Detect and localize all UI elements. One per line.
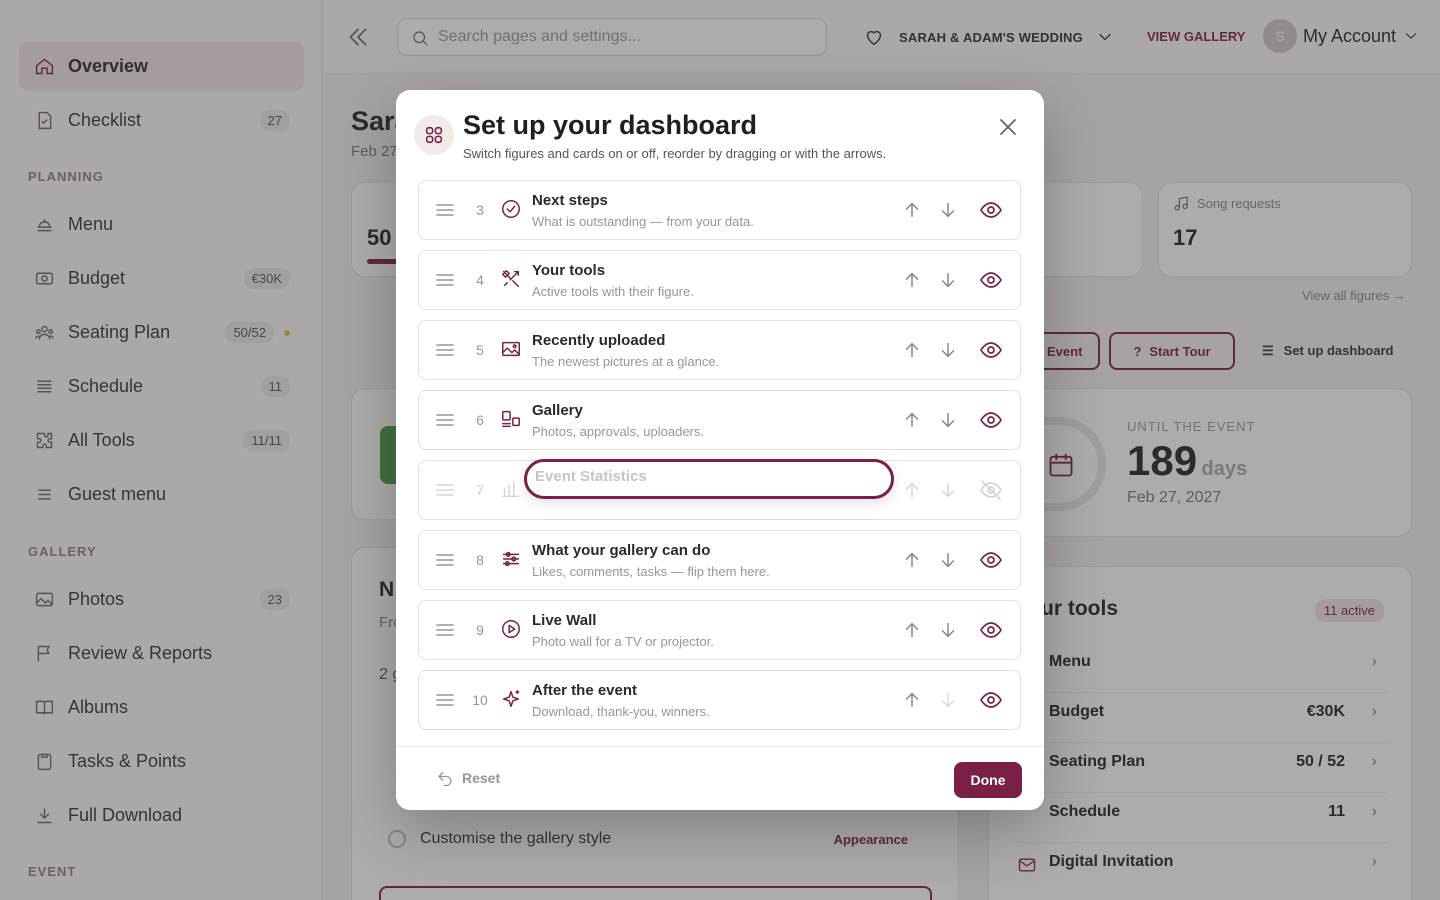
move-down-icon[interactable]	[937, 339, 959, 361]
row-description: Likes, comments, tasks — flip them here.	[532, 564, 770, 579]
drag-handle-icon[interactable]	[435, 482, 455, 498]
row-description: Download, thank-you, winners.	[532, 704, 710, 719]
eye-icon[interactable]	[979, 268, 1003, 292]
row-number: 5	[476, 342, 484, 358]
eye-icon[interactable]	[979, 688, 1003, 712]
drag-handle-icon[interactable]	[435, 552, 455, 568]
dashboard-section-row[interactable]: 10 After the event Download, thank-you, wi…	[418, 670, 1021, 730]
row-title: Live Wall	[532, 612, 597, 629]
done-button[interactable]: Done	[954, 762, 1022, 798]
row-description: The newest pictures at a glance.	[532, 354, 720, 369]
dashboard-section-row[interactable]: 3 Next steps What is outstanding — from yo…	[418, 180, 1021, 240]
drag-ghost[interactable]: Event Statistics	[524, 459, 894, 499]
eye-icon[interactable]	[979, 618, 1003, 642]
reset-button[interactable]: Reset	[436, 769, 500, 787]
row-description: What is outstanding — from your data.	[532, 214, 754, 229]
close-icon[interactable]	[996, 115, 1020, 139]
setup-dashboard-modal: Set up your dashboard Switch figures and…	[396, 90, 1044, 810]
row-title: Gallery	[532, 402, 583, 419]
row-title: Recently uploaded	[532, 332, 666, 349]
row-number: 8	[476, 552, 484, 568]
row-description: Photo wall for a TV or projector.	[532, 634, 714, 649]
eye-icon[interactable]	[979, 338, 1003, 362]
move-up-icon[interactable]	[901, 689, 923, 711]
sliders-icon	[500, 548, 524, 572]
row-number: 4	[476, 272, 484, 288]
drag-handle-icon[interactable]	[435, 272, 455, 288]
row-description: Photos, approvals, uploaders.	[532, 424, 704, 439]
eye-off-icon[interactable]	[979, 478, 1003, 502]
row-title: What your gallery can do	[532, 542, 711, 559]
drag-handle-icon[interactable]	[435, 342, 455, 358]
move-down-icon[interactable]	[937, 199, 959, 221]
row-number: 6	[476, 412, 484, 428]
eye-icon[interactable]	[979, 408, 1003, 432]
dashboard-section-row[interactable]: 4 Your tools Active tools with their figur…	[418, 250, 1021, 310]
modal-footer: Reset Done	[396, 746, 1044, 810]
sparkle-icon	[500, 688, 524, 712]
check-circle-icon	[500, 198, 524, 222]
move-down-icon[interactable]	[937, 549, 959, 571]
move-up-icon[interactable]	[901, 409, 923, 431]
reset-label: Reset	[462, 770, 501, 786]
play-circle-icon	[500, 618, 524, 642]
drag-handle-icon[interactable]	[435, 412, 455, 428]
eye-icon[interactable]	[979, 198, 1003, 222]
drag-handle-icon[interactable]	[435, 622, 455, 638]
row-title: Your tools	[532, 262, 606, 279]
dashboard-section-row[interactable]: 6 Gallery Photos, approvals, uploaders.	[418, 390, 1021, 450]
row-number: 7	[476, 482, 484, 498]
dashboard-section-row[interactable]: 8 What your gallery can do Likes, comments…	[418, 530, 1021, 590]
row-description: Active tools with their figure.	[532, 284, 694, 299]
modal-title: Set up your dashboard	[463, 110, 758, 140]
move-up-icon[interactable]	[901, 199, 923, 221]
move-down-icon[interactable]	[937, 409, 959, 431]
move-up-icon[interactable]	[901, 619, 923, 641]
dashboard-section-list[interactable]: 3 Next steps What is outstanding — from yo…	[418, 180, 1022, 746]
move-down-icon[interactable]	[937, 479, 959, 501]
move-up-icon[interactable]	[901, 479, 923, 501]
dashboard-section-row[interactable]: 9 Live Wall Photo wall for a TV or project…	[418, 600, 1021, 660]
move-up-icon[interactable]	[901, 549, 923, 571]
dashboard-section-row[interactable]: 5 Recently uploaded The newest pictures at…	[418, 320, 1021, 380]
gallery-icon	[500, 408, 524, 432]
eye-icon[interactable]	[979, 548, 1003, 572]
row-title: Next steps	[532, 192, 608, 209]
modal-subtitle: Switch figures and cards on or off, reor…	[463, 146, 887, 161]
drag-handle-icon[interactable]	[435, 692, 455, 708]
move-up-icon[interactable]	[901, 339, 923, 361]
row-number: 3	[476, 202, 484, 218]
row-number: 10	[472, 692, 488, 708]
move-up-icon[interactable]	[901, 269, 923, 291]
drag-handle-icon[interactable]	[435, 202, 455, 218]
image-icon	[500, 338, 524, 362]
bar-chart-icon	[500, 478, 524, 502]
undo-icon	[436, 769, 454, 787]
move-down-icon[interactable]	[937, 619, 959, 641]
tools-icon	[500, 268, 524, 292]
row-number: 9	[476, 622, 484, 638]
move-down-icon[interactable]	[937, 689, 959, 711]
move-down-icon[interactable]	[937, 269, 959, 291]
row-title: After the event	[532, 682, 638, 699]
dashboard-grid-icon	[414, 115, 454, 155]
